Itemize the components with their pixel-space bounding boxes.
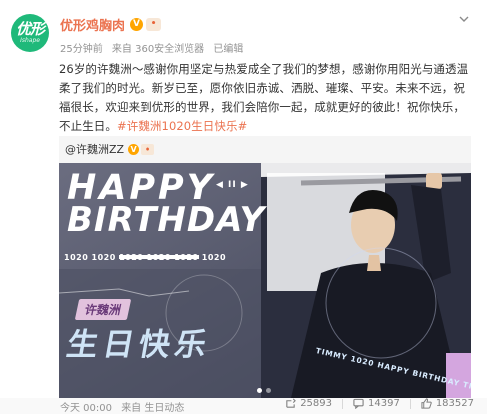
- verified-icon: V: [128, 143, 140, 155]
- repost-icon: [286, 398, 297, 408]
- post-actions: 25893 14397 183527: [285, 398, 474, 409]
- post-text: 26岁的许魏洲～感谢你用坚定与热爱成全了我们的梦想，感谢你用阳光与通透温柔了我们…: [59, 60, 471, 136]
- avatar-logo-sub: Ishape: [20, 37, 40, 44]
- comment-button[interactable]: 14397: [353, 398, 400, 409]
- comment-count: 14397: [368, 398, 400, 409]
- image-section: @许魏洲ZZ V ꔷ HAPPY BIRTHDAY ◀ II ▶ 1020 10…: [59, 136, 471, 398]
- footer-time-link[interactable]: 今天 00:00: [60, 403, 112, 414]
- post-footer: 今天 00:00 来自 生日动态 25893 14397 183527: [0, 398, 487, 414]
- post-meta: 25分钟前 来自 360安全浏览器 已编辑: [60, 40, 249, 55]
- image-credit: @许魏洲ZZ V ꔷ: [65, 141, 155, 157]
- carousel-dot-active[interactable]: [257, 388, 262, 393]
- repost-count: 25893: [300, 398, 332, 409]
- user-name-link[interactable]: 优形鸡胸肉: [60, 15, 125, 34]
- birthday-poster-image[interactable]: HAPPY BIRTHDAY ◀ II ▶ 1020 1020 1020 102…: [59, 163, 471, 398]
- user-name-row: 优形鸡胸肉 V ꔷ: [60, 15, 162, 34]
- post-source: 来自 360安全浏览器: [111, 44, 205, 55]
- poster-name-tag: 许魏洲: [74, 299, 132, 320]
- member-badge-icon: ꔷ: [146, 17, 162, 31]
- poster-date-row: 1020 1020 1020 1020 1020 1020: [64, 253, 227, 262]
- comment-icon: [353, 398, 364, 409]
- like-count: 183527: [435, 398, 474, 409]
- credit-user-link[interactable]: @许魏洲ZZ: [65, 141, 124, 157]
- edited-label[interactable]: 已编辑: [213, 44, 243, 55]
- thumbs-up-icon: [421, 398, 432, 409]
- carousel-dots: [257, 388, 271, 393]
- avatar[interactable]: 优形 Ishape: [11, 14, 49, 52]
- divider: [409, 398, 411, 409]
- verified-icon: V: [130, 17, 144, 31]
- weibo-post-card: 优形 Ishape 优形鸡胸肉 V ꔷ 25分钟前 来自 360安全浏览器 已编…: [0, 0, 487, 414]
- hashtag-link[interactable]: #许魏洲1020生日快乐#: [117, 119, 247, 133]
- member-badge-icon: ꔷ: [141, 143, 155, 155]
- post-time-link[interactable]: 25分钟前: [60, 44, 103, 55]
- carousel-dot[interactable]: [266, 388, 271, 393]
- footer-meta: 今天 00:00 来自 生日动态: [60, 399, 190, 414]
- repost-button[interactable]: 25893: [285, 398, 332, 409]
- divider: [342, 398, 343, 409]
- footer-source: 来自 生日动态: [121, 403, 185, 414]
- avatar-logo-text: 优形: [15, 20, 45, 38]
- chevron-down-icon[interactable]: [459, 14, 469, 24]
- like-button[interactable]: 183527: [421, 398, 474, 409]
- poster-player-controls: ◀ II ▶: [216, 180, 249, 190]
- poster-greeting: 生日快乐: [63, 327, 215, 363]
- poster-title-birthday: BIRTHDAY: [67, 200, 266, 240]
